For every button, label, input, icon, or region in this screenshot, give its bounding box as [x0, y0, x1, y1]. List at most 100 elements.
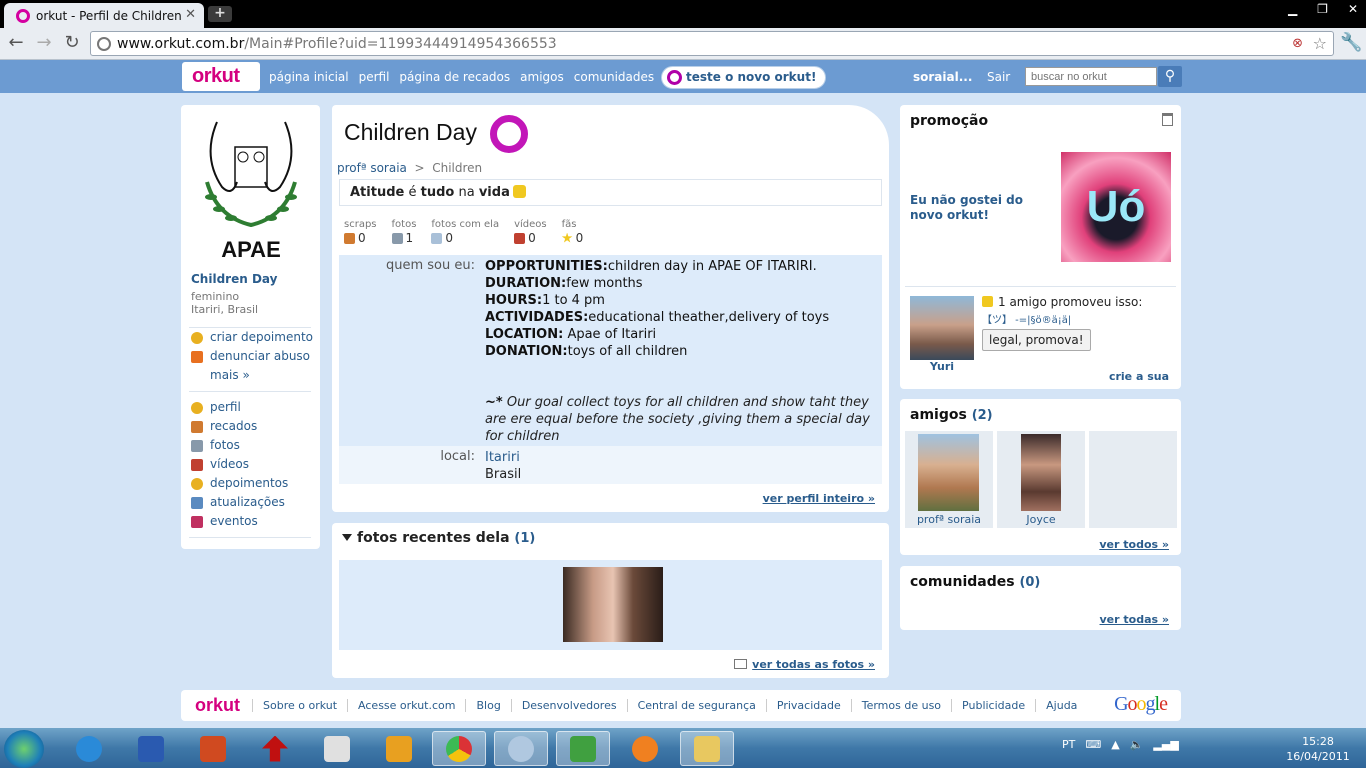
- nav-profile[interactable]: perfil: [359, 70, 390, 84]
- sidebar-item-label[interactable]: perfil: [210, 398, 241, 417]
- sidebar-item-testimonials[interactable]: depoimentos: [191, 474, 288, 493]
- address-bar[interactable]: www.orkut.com.br/Main#Profile?uid=119934…: [90, 31, 1334, 56]
- forward-icon[interactable]: →: [34, 33, 54, 53]
- stat-videos[interactable]: vídeos 0: [514, 219, 547, 245]
- taskbar-powerpoint[interactable]: [186, 731, 240, 766]
- new-tab-button[interactable]: +: [208, 6, 232, 22]
- browser-tab[interactable]: orkut - Perfil de Children ✕: [4, 3, 204, 28]
- sidebar-item-scraps[interactable]: recados: [191, 417, 288, 436]
- language-indicator[interactable]: PT: [1062, 738, 1075, 751]
- friend-name[interactable]: profª soraia: [905, 513, 993, 526]
- trash-icon[interactable]: [1162, 113, 1173, 126]
- photo-thumbnail[interactable]: [563, 567, 663, 642]
- footer-link[interactable]: Blog: [465, 699, 510, 712]
- taskbar-chrome[interactable]: [432, 731, 486, 766]
- minimize-icon[interactable]: ▁: [1288, 2, 1297, 16]
- sidebar-item-label[interactable]: eventos: [210, 512, 258, 531]
- footer-link[interactable]: Sobre o orkut: [252, 699, 347, 712]
- footer-link[interactable]: Central de segurança: [626, 699, 766, 712]
- action-label[interactable]: mais »: [210, 366, 250, 385]
- user-name-link[interactable]: soraial...: [913, 70, 972, 84]
- taskbar-media[interactable]: [372, 731, 426, 766]
- recent-photos-header[interactable]: fotos recentes dela (1): [342, 530, 535, 546]
- sidebar-item-videos[interactable]: vídeos: [191, 455, 288, 474]
- taskbar-avast[interactable]: [618, 731, 672, 766]
- taskbar-ie[interactable]: [62, 731, 116, 766]
- try-new-orkut-button[interactable]: teste o novo orkut!: [661, 66, 826, 89]
- sidebar-item-label[interactable]: fotos: [210, 436, 240, 455]
- google-logo[interactable]: Google: [1114, 693, 1168, 716]
- view-all-photos-link[interactable]: ver todas as fotos »: [734, 658, 875, 671]
- search-icon[interactable]: ⚲: [1158, 66, 1182, 87]
- nav-scraps[interactable]: página de recados: [399, 70, 510, 84]
- create-promo-link[interactable]: crie a sua: [1109, 370, 1169, 383]
- sidebar-item-label[interactable]: recados: [210, 417, 257, 436]
- sidebar-item-label[interactable]: depoimentos: [210, 474, 288, 493]
- footer-link[interactable]: Desenvolvedores: [510, 699, 627, 712]
- action-create-testimonial[interactable]: criar depoimento: [191, 328, 313, 347]
- friend-photo[interactable]: [918, 434, 979, 511]
- friend-tile[interactable]: profª soraia: [905, 431, 993, 528]
- action-more[interactable]: mais »: [191, 366, 313, 385]
- taskbar-word[interactable]: [124, 731, 178, 766]
- location-city-link[interactable]: Itariri: [485, 450, 520, 465]
- taskbar-clock[interactable]: 15:28 16/04/2011: [1286, 734, 1350, 764]
- view-all-friends-link[interactable]: ver todos »: [1099, 538, 1169, 551]
- footer-link[interactable]: Publicidade: [951, 699, 1035, 712]
- nav-friends[interactable]: amigos: [520, 70, 564, 84]
- promoted-nick[interactable]: 【ツ】 -=|§ö®ä¡ä|: [982, 311, 1071, 326]
- footer-link[interactable]: Ajuda: [1035, 699, 1087, 712]
- friend-photo[interactable]: [1021, 434, 1061, 511]
- volume-icon[interactable]: 🔈: [1130, 738, 1144, 751]
- collapse-triangle-icon[interactable]: [342, 534, 352, 541]
- reload-icon[interactable]: ↻: [62, 33, 82, 53]
- stat-scraps[interactable]: scraps 0: [344, 219, 377, 245]
- promote-button[interactable]: legal, promova!: [982, 329, 1091, 351]
- close-window-icon[interactable]: ✕: [1348, 2, 1358, 16]
- network-icon[interactable]: ▂▄▆: [1153, 738, 1178, 751]
- action-label[interactable]: criar depoimento: [210, 328, 313, 347]
- friend-name[interactable]: Joyce: [997, 513, 1085, 526]
- sidebar-item-events[interactable]: eventos: [191, 512, 288, 531]
- bookmark-star-icon[interactable]: ☆: [1313, 34, 1327, 53]
- search-input[interactable]: [1025, 67, 1157, 86]
- stat-photos-with-her[interactable]: fotos com ela 0: [431, 219, 499, 245]
- footer-link[interactable]: Acesse orkut.com: [347, 699, 465, 712]
- promotion-image[interactable]: Uó: [1061, 152, 1171, 262]
- view-full-profile-link[interactable]: ver perfil inteiro »: [763, 492, 875, 505]
- stat-fans[interactable]: fãs 0: [562, 219, 584, 245]
- stat-photos[interactable]: fotos 1: [391, 219, 416, 245]
- sidebar-item-label[interactable]: atualizações: [210, 493, 285, 512]
- footer-logo[interactable]: orkut: [195, 695, 240, 716]
- view-all-communities-link[interactable]: ver todas »: [1100, 613, 1169, 626]
- taskbar-paint[interactable]: [494, 731, 548, 766]
- tab-close-icon[interactable]: ✕: [185, 7, 196, 22]
- promotion-text[interactable]: Eu não gostei do novo orkut!: [910, 193, 1050, 223]
- taskbar-messenger[interactable]: [556, 731, 610, 766]
- logout-link[interactable]: Sair: [987, 70, 1010, 84]
- footer-link[interactable]: Termos de uso: [850, 699, 951, 712]
- sidebar-item-label[interactable]: vídeos: [210, 455, 249, 474]
- keyboard-icon[interactable]: ⌨: [1085, 738, 1101, 751]
- nav-communities[interactable]: comunidades: [574, 70, 654, 84]
- action-report-abuse[interactable]: denunciar abuso: [191, 347, 313, 366]
- friend-name[interactable]: Yuri: [910, 360, 974, 373]
- wrench-icon[interactable]: 🔧: [1340, 32, 1362, 53]
- restore-icon[interactable]: ❐: [1317, 2, 1328, 16]
- sidebar-item-photos[interactable]: fotos: [191, 436, 288, 455]
- taskbar-download[interactable]: [248, 731, 302, 766]
- taskbar-explorer[interactable]: [680, 731, 734, 766]
- start-button[interactable]: [4, 730, 44, 768]
- extension-icon[interactable]: ⊗: [1292, 36, 1303, 51]
- taskbar-calendar[interactable]: [310, 731, 364, 766]
- action-label[interactable]: denunciar abuso: [210, 347, 310, 366]
- sidebar-item-updates[interactable]: atualizações: [191, 493, 288, 512]
- back-icon[interactable]: ←: [6, 33, 26, 53]
- tray-expand-icon[interactable]: ▲: [1111, 738, 1119, 751]
- orkut-logo[interactable]: orkut: [182, 62, 260, 91]
- sidebar-item-profile[interactable]: perfil: [191, 398, 288, 417]
- footer-link[interactable]: Privacidade: [765, 699, 851, 712]
- friend-avatar[interactable]: [910, 296, 974, 360]
- profile-name[interactable]: Children Day: [191, 272, 277, 286]
- nav-home[interactable]: página inicial: [269, 70, 349, 84]
